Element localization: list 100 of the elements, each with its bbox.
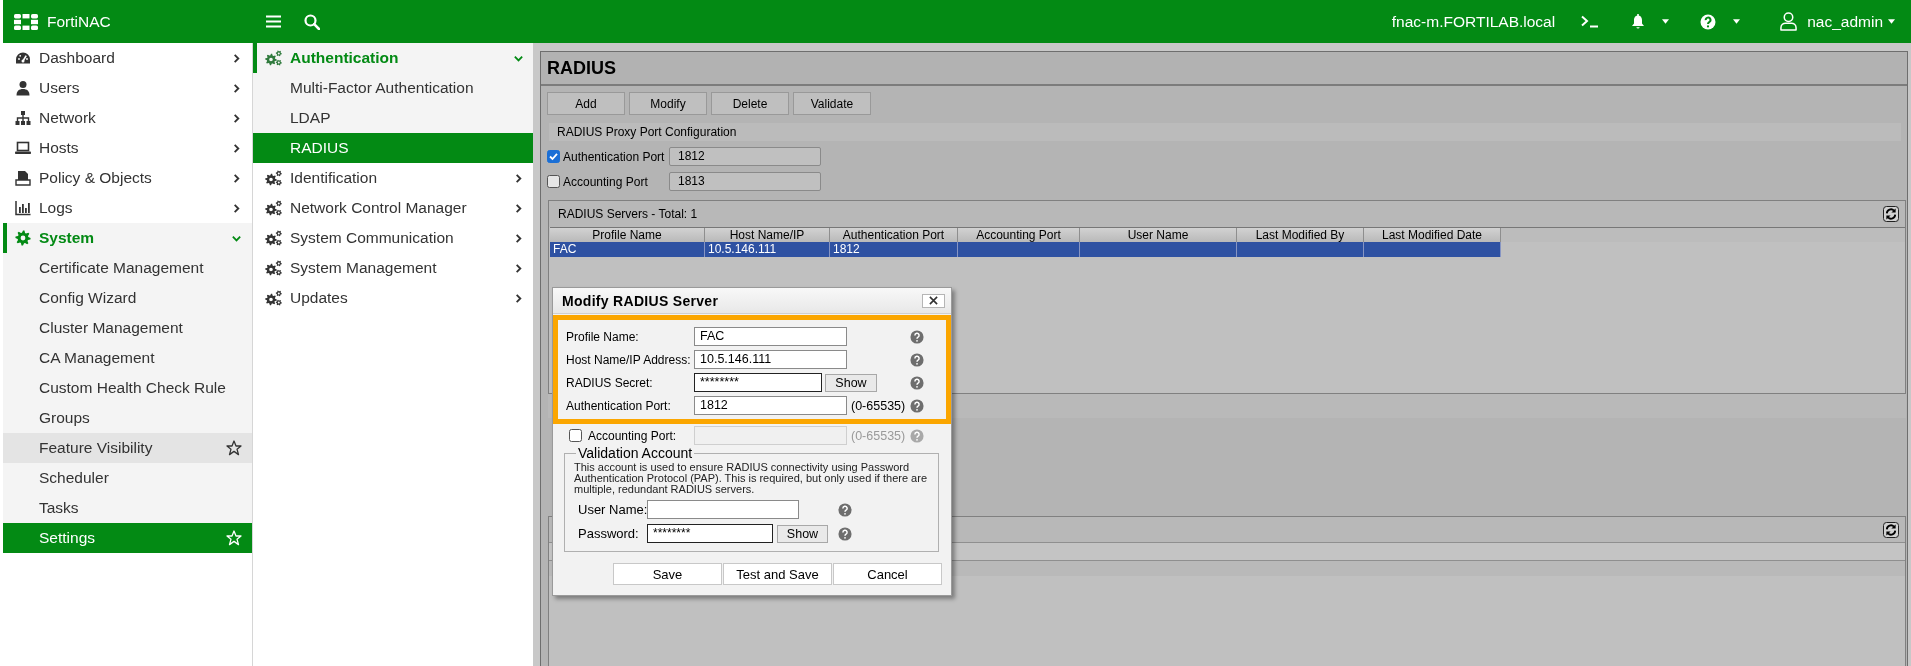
chevron-right-icon [231,112,242,124]
menu-icon[interactable] [266,15,281,28]
sidebar-subitem[interactable]: Scheduler [3,463,252,493]
show-button[interactable]: Show [825,373,877,392]
subnav-item[interactable]: Authentication [253,43,533,73]
help-icon[interactable] [1700,13,1717,30]
sidebar-subitem[interactable]: Certificate Management [3,253,252,283]
column-header[interactable]: Last Modified Date [1364,228,1501,242]
input-field[interactable] [647,500,799,519]
port-label: Accounting Port [563,174,649,189]
field-label: Authentication Port: [566,398,672,413]
port-label: Authentication Port [563,149,666,164]
sidebar-subitem[interactable]: Feature Visibility [3,433,252,463]
gears-icon [265,170,282,186]
subnav-subitem[interactable]: Multi-Factor Authentication [253,73,533,103]
caret-icon[interactable] [1733,19,1741,24]
chevron-right-icon [513,292,524,304]
chevron-right-icon [231,52,242,64]
bar-chart-icon [15,200,31,216]
subnav-item[interactable]: Network Control Manager [253,193,533,223]
toolbar-button[interactable]: Add [547,92,625,115]
terminal-icon[interactable] [1581,15,1599,28]
input-field[interactable]: FAC [694,327,847,346]
bell-icon[interactable] [1631,13,1646,30]
document-icon [15,170,31,186]
chevron-right-icon [513,172,524,184]
sidebar-item[interactable]: Dashboard [3,43,252,73]
column-header[interactable]: Authentication Port [830,228,958,242]
username[interactable]: nac_admin [1807,12,1883,31]
toolbar-button[interactable]: Modify [629,92,707,115]
logo-icon[interactable] [14,13,38,30]
table-cell: FAC [550,242,705,257]
sidebar-item[interactable]: Hosts [3,133,252,163]
search-icon[interactable] [304,13,320,30]
show-button[interactable]: Show [777,524,828,543]
gear-icon [15,230,31,246]
port-field[interactable]: 1812 [669,147,821,166]
sidebar-item[interactable]: System [3,223,252,253]
help-icon[interactable] [838,502,852,517]
section-header: RADIUS Proxy Port Configuration [549,123,1901,141]
sidebar-item[interactable]: Policy & Objects [3,163,252,193]
gears-icon [265,230,282,246]
column-header[interactable]: Host Name/IP [705,228,830,242]
subnav-item[interactable]: Identification [253,163,533,193]
checkbox[interactable] [547,175,560,188]
sidebar-subitem[interactable]: Groups [3,403,252,433]
column-header[interactable]: Last Modified By [1237,228,1364,242]
chevron-right-icon [231,142,242,154]
table-cell: 1812 [830,242,958,257]
hostname-label: fnac-m.FORTILAB.local [1391,12,1556,31]
sidebar-subitem[interactable]: Settings [3,523,252,553]
input-field[interactable]: ******** [694,373,822,392]
port-field[interactable]: 1813 [669,172,821,191]
sidebar-item[interactable]: Logs [3,193,252,223]
sidebar-subitem[interactable]: Config Wizard [3,283,252,313]
sidebar-subitem[interactable]: Tasks [3,493,252,523]
user-icon[interactable] [1780,12,1798,31]
refresh-icon[interactable] [1883,206,1899,222]
sidebar-item[interactable]: Network [3,103,252,133]
input-field[interactable]: 10.5.146.111 [694,350,847,369]
dialog-button[interactable]: Cancel [833,563,942,585]
checkbox[interactable] [547,150,560,163]
field-label: Accounting Port: [588,428,677,443]
chevron-right-icon [513,232,524,244]
subnav-item[interactable]: System Management [253,253,533,283]
gears-icon [265,50,282,66]
column-header[interactable]: Profile Name [550,228,705,242]
dialog-button[interactable]: Test and Save [723,563,832,585]
help-icon[interactable] [910,352,924,367]
input-field[interactable]: 1812 [694,396,847,415]
close-button[interactable] [922,293,945,308]
subnav-subitem[interactable]: RADIUS [253,133,533,163]
panel-title: RADIUS Servers - Total: 1 [558,207,699,221]
table-row[interactable]: FAC 10.5.146.111 1812 [550,242,1501,257]
star-icon[interactable] [226,440,242,456]
caret-icon[interactable] [1662,19,1670,24]
chevron-right-icon [231,202,242,214]
toolbar-button[interactable]: Validate [793,92,871,115]
help-icon[interactable] [910,398,924,413]
sidebar-subitem[interactable]: Custom Health Check Rule [3,373,252,403]
refresh-icon[interactable] [1883,521,1899,538]
chevron-right-icon [513,202,524,214]
field-label: Password: [578,526,640,541]
column-header[interactable]: User Name [1080,228,1237,242]
sidebar-subitem[interactable]: Cluster Management [3,313,252,343]
subnav-item[interactable]: System Communication [253,223,533,253]
field-label: RADIUS Secret: [566,375,654,390]
dialog-button[interactable]: Save [613,563,722,585]
chevron-right-icon [231,82,242,94]
help-icon[interactable] [910,375,924,390]
input-field[interactable]: ******** [647,524,773,543]
sidebar-subitem[interactable]: CA Management [3,343,252,373]
help-icon[interactable] [838,526,852,541]
subnav-subitem[interactable]: LDAP [253,103,533,133]
column-header[interactable]: Accounting Port [958,228,1080,242]
toolbar-button[interactable]: Delete [711,92,789,115]
sidebar-item[interactable]: Users [3,73,252,103]
help-icon[interactable] [910,329,924,344]
subnav-item[interactable]: Updates [253,283,533,313]
caret-icon[interactable] [1888,19,1895,24]
